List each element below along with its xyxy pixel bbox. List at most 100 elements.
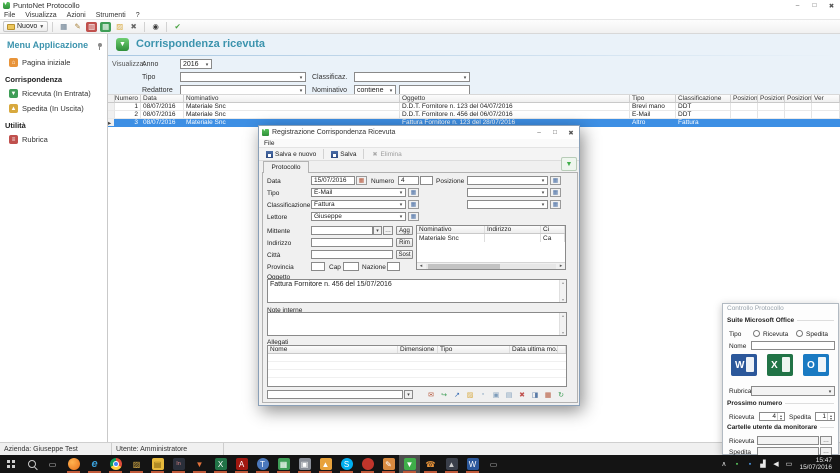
green-app-icon[interactable]: ▦ xyxy=(273,455,294,473)
delete-icon[interactable]: ✖ xyxy=(127,21,140,33)
tray-shield-icon[interactable]: ▪ xyxy=(730,455,743,473)
posizione2-lookup-icon[interactable] xyxy=(550,188,561,197)
edit-icon[interactable]: ✎ xyxy=(71,21,84,33)
search-icon[interactable]: ◉ xyxy=(149,21,162,33)
outlook-icon[interactable]: O xyxy=(803,354,829,376)
firefox-icon[interactable] xyxy=(63,455,84,473)
export-excel-icon[interactable]: ▦ xyxy=(99,21,112,33)
pin-icon[interactable] xyxy=(98,43,102,50)
posizione3-select[interactable] xyxy=(467,200,548,209)
taskbar-clock[interactable]: 15:47 15/07/2016 xyxy=(795,457,836,472)
game-icon[interactable]: ▲ xyxy=(441,455,462,473)
posizione1-select[interactable] xyxy=(467,176,548,185)
tipo-filter-select[interactable] xyxy=(180,72,306,82)
table-row[interactable]: 1 08/07/2016 Materiale Snc D.D.T. Fornit… xyxy=(108,103,840,111)
opera-icon[interactable] xyxy=(357,455,378,473)
dialog-close-button[interactable]: ✖ xyxy=(563,127,579,139)
start-button[interactable] xyxy=(0,455,21,473)
tray-sync-icon[interactable]: ▪ xyxy=(743,455,756,473)
dialog-minimize-button[interactable]: – xyxy=(531,127,547,139)
nazione-input[interactable] xyxy=(387,262,400,271)
note-interne-textarea[interactable] xyxy=(267,312,567,336)
oggetto-textarea[interactable]: Fattura Fornitore n. 456 del 15/07/2016 xyxy=(267,279,567,303)
chrome-icon[interactable] xyxy=(105,455,126,473)
delete-button[interactable]: Elimina xyxy=(368,150,404,159)
tray-expand-icon[interactable]: ∧ xyxy=(717,455,730,473)
scrollbar-thumb[interactable] xyxy=(428,263,500,269)
open-folder-icon[interactable]: ▨ xyxy=(113,21,126,33)
grid-header-numero[interactable]: Numero xyxy=(115,95,141,103)
word-icon[interactable]: W xyxy=(462,455,483,473)
sidebar-item-rubrica[interactable]: ≡ Rubrica xyxy=(0,132,107,147)
paint-app-icon[interactable]: ✎ xyxy=(378,455,399,473)
virtualbox-icon[interactable]: ▣ xyxy=(294,455,315,473)
indesign-icon[interactable]: In xyxy=(168,455,189,473)
posizione3-lookup-icon[interactable] xyxy=(550,200,561,209)
grid-header-posizione2[interactable]: Posizione2 xyxy=(758,95,785,103)
folder-ricevuta-browse-icon[interactable] xyxy=(820,436,832,445)
volume-icon[interactable]: ◀ xyxy=(769,455,782,473)
acquire-icon[interactable]: ↪ xyxy=(438,389,450,400)
grid-header-tipo[interactable]: Tipo xyxy=(630,95,676,103)
posizione1-lookup-icon[interactable] xyxy=(550,176,561,185)
dialog-maximize-button[interactable]: □ xyxy=(547,127,563,139)
scroll-right-icon[interactable]: ▸ xyxy=(557,263,565,269)
citta-input[interactable] xyxy=(311,250,393,259)
print-attachment-icon[interactable]: ▦ xyxy=(542,389,554,400)
menu-azioni[interactable]: Azioni xyxy=(67,12,86,19)
menu-visualizza[interactable]: Visualizza xyxy=(25,12,56,19)
mittente-browse-icon[interactable] xyxy=(383,226,393,235)
tab-protocollo[interactable]: Protocollo xyxy=(263,161,309,173)
tipo-lookup-icon[interactable] xyxy=(408,188,419,197)
allegati-table[interactable]: Nome Dimensione Tipo Data ultima mo... xyxy=(267,345,567,387)
grid-header-ver[interactable]: Ver xyxy=(812,95,840,103)
attachment-path-input[interactable] xyxy=(267,390,403,399)
classificazione-filter-select[interactable] xyxy=(354,72,470,82)
grid-header-nominativo[interactable]: Nominativo xyxy=(184,95,400,103)
file-explorer-icon[interactable]: ▨ xyxy=(126,455,147,473)
lettore-lookup-icon[interactable] xyxy=(408,212,419,221)
indirizzo-input[interactable] xyxy=(311,238,393,247)
refresh-icon[interactable]: ↻ xyxy=(555,389,567,400)
attachment-browse-icon[interactable] xyxy=(404,390,413,399)
maximize-button[interactable]: □ xyxy=(806,0,823,11)
close-button[interactable]: ✖ xyxy=(823,0,840,11)
numero-input[interactable] xyxy=(398,176,419,185)
ricevuta-radio[interactable] xyxy=(753,330,760,337)
spedita-radio[interactable] xyxy=(796,330,803,337)
next-spedita-stepper[interactable]: 1 xyxy=(815,412,835,421)
confirm-icon[interactable]: ✔ xyxy=(171,21,184,33)
delete-attachment-icon[interactable]: ✖ xyxy=(516,389,528,400)
sost-button[interactable]: Sost xyxy=(396,250,413,259)
spinner-arrows-icon[interactable] xyxy=(827,413,834,420)
table-row[interactable]: 2 08/07/2016 Materiale Snc D.D.T. Fornit… xyxy=(108,111,840,119)
puntonet-icon[interactable]: ▼ xyxy=(399,455,420,473)
protocol-logo-button[interactable] xyxy=(561,157,577,171)
copy-file-icon[interactable]: ▣ xyxy=(490,389,502,400)
open-attachment-icon[interactable]: ▨ xyxy=(464,389,476,400)
media-app-icon[interactable]: ▲ xyxy=(315,455,336,473)
export-pdf-icon[interactable]: ▥ xyxy=(85,21,98,33)
dialog-menu-file[interactable]: File xyxy=(264,140,274,147)
notification-icon[interactable]: ▭ xyxy=(782,455,795,473)
word-icon[interactable]: W xyxy=(731,354,757,376)
new-file-icon[interactable]: ▫ xyxy=(477,389,489,400)
folder-ricevuta-input[interactable] xyxy=(757,436,819,445)
sidebar-item-spedita[interactable]: ▲ Spedita (In Uscita) xyxy=(0,101,107,116)
grid-header-posizione3[interactable]: Posizione3 xyxy=(785,95,812,103)
anno-select[interactable]: 2016 xyxy=(180,59,212,69)
sidebar-item-ricevuta[interactable]: ▼ Ricevuta (In Entrata) xyxy=(0,86,107,101)
preview-icon[interactable]: ◨ xyxy=(529,389,541,400)
provincia-input[interactable] xyxy=(311,262,325,271)
numero-bis-input[interactable] xyxy=(420,176,433,185)
cap-input[interactable] xyxy=(343,262,359,271)
scrollbar-track[interactable] xyxy=(426,263,556,269)
minimize-button[interactable]: – xyxy=(789,0,806,11)
data-input[interactable] xyxy=(311,176,355,185)
classificazione-lookup-icon[interactable] xyxy=(408,200,419,209)
rim-button[interactable]: Rim xyxy=(396,238,413,247)
calendar-icon[interactable] xyxy=(356,176,367,185)
print-icon[interactable]: ▦ xyxy=(57,21,70,33)
dialog-titlebar[interactable]: Registrazione Corrispondenza Ricevuta – … xyxy=(259,126,579,139)
textarea-scroll-rail[interactable] xyxy=(559,313,566,335)
